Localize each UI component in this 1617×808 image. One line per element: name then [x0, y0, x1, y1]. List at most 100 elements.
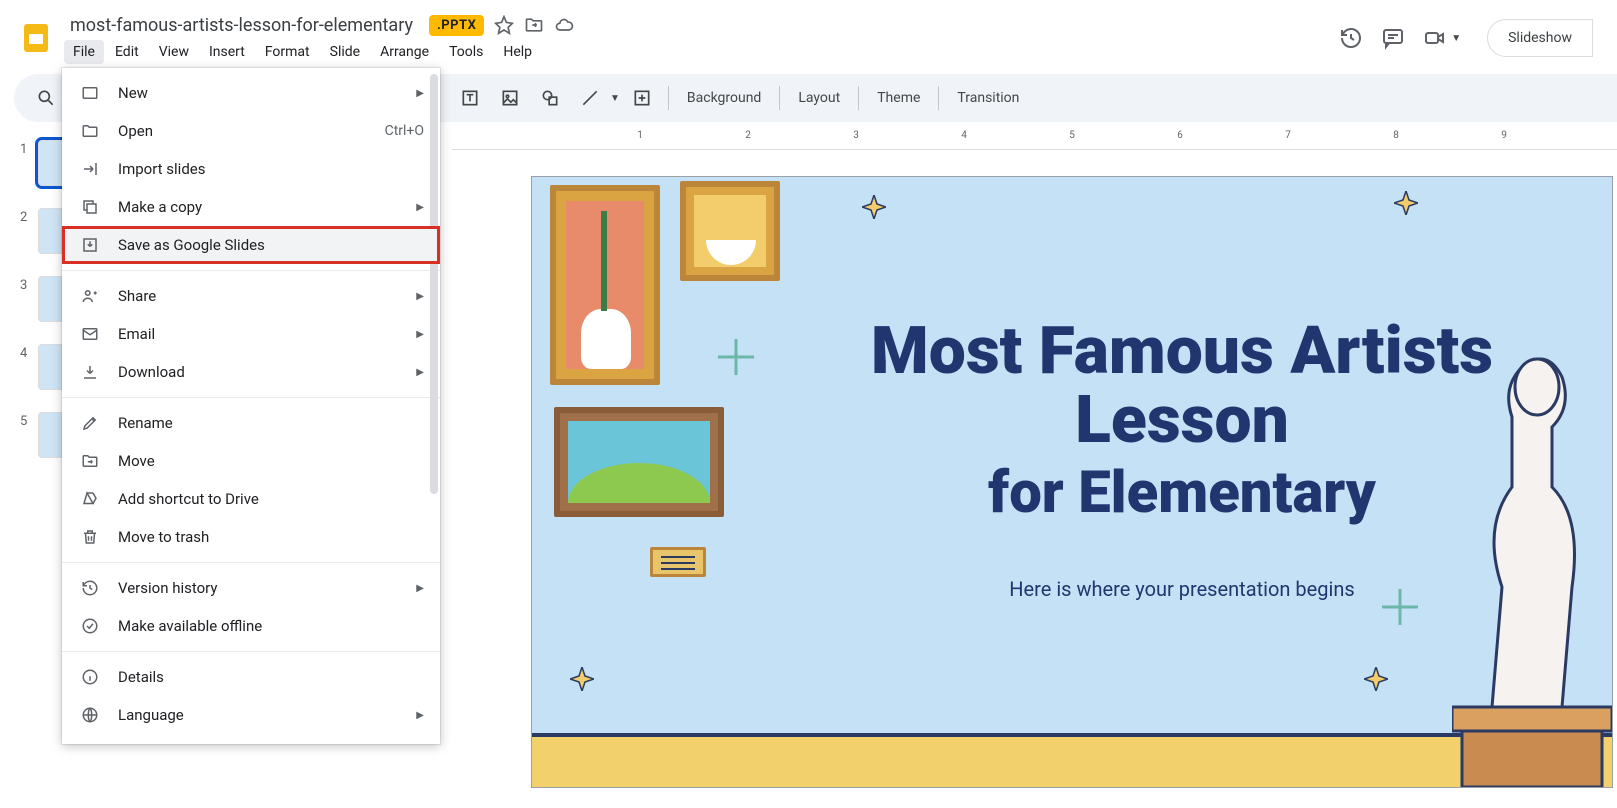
- ruler-tick: 2: [745, 130, 751, 141]
- shape-icon[interactable]: [532, 80, 568, 116]
- label: Rename: [118, 414, 424, 432]
- file-move[interactable]: Move: [62, 442, 440, 480]
- transition-button[interactable]: Transition: [947, 84, 1029, 112]
- star-icon[interactable]: [494, 15, 514, 35]
- menu-help[interactable]: Help: [494, 40, 541, 64]
- slide-icon: [80, 83, 100, 103]
- header-actions: ▼ Slideshow: [1339, 19, 1593, 57]
- file-details[interactable]: Details: [62, 658, 440, 696]
- file-rename[interactable]: Rename: [62, 404, 440, 442]
- copy-icon: [80, 197, 100, 217]
- label: Email: [118, 325, 398, 343]
- slide-title[interactable]: Most Famous Artists Lesson for Elementar…: [792, 317, 1572, 525]
- move-icon: [80, 451, 100, 471]
- label: Download: [118, 363, 398, 381]
- separator: [779, 86, 780, 110]
- globe-icon: [80, 705, 100, 725]
- ruler-tick: 1: [637, 130, 643, 141]
- file-make-offline[interactable]: Make available offline: [62, 607, 440, 645]
- trash-icon: [80, 527, 100, 547]
- slideshow-button[interactable]: Slideshow: [1487, 19, 1593, 57]
- separator: [62, 562, 440, 563]
- download-icon: [80, 362, 100, 382]
- save-icon: [80, 235, 100, 255]
- line-tool-group[interactable]: ▼: [572, 80, 620, 116]
- file-menu-dropdown: New ▶ Open Ctrl+O Import slides Make a c…: [62, 68, 440, 744]
- search-menus-icon[interactable]: [28, 80, 64, 116]
- history-icon[interactable]: [1339, 26, 1363, 50]
- separator: [668, 86, 669, 110]
- add-comment-icon[interactable]: [624, 80, 660, 116]
- menu-view[interactable]: View: [150, 40, 198, 64]
- file-make-copy[interactable]: Make a copy ▶: [62, 188, 440, 226]
- menu-format[interactable]: Format: [256, 40, 319, 64]
- title-line1: Most Famous Artists Lesson: [871, 313, 1493, 459]
- file-open[interactable]: Open Ctrl+O: [62, 112, 440, 150]
- camera-icon: [1423, 26, 1447, 50]
- label: Move: [118, 452, 424, 470]
- menu-slide[interactable]: Slide: [321, 40, 369, 64]
- share-icon: [80, 286, 100, 306]
- file-language[interactable]: Language ▶: [62, 696, 440, 734]
- file-new[interactable]: New ▶: [62, 74, 440, 112]
- menu-arrange[interactable]: Arrange: [371, 40, 438, 64]
- menu-insert[interactable]: Insert: [200, 40, 254, 64]
- label: Import slides: [118, 160, 424, 178]
- theme-button[interactable]: Theme: [867, 84, 930, 112]
- caret-down-icon: ▼: [610, 93, 620, 104]
- caret-down-icon: ▼: [1451, 33, 1461, 44]
- file-move-to-trash[interactable]: Move to trash: [62, 518, 440, 556]
- menu-tools[interactable]: Tools: [440, 40, 492, 64]
- drive-shortcut-icon: [80, 489, 100, 509]
- art-frame-vase: [550, 185, 660, 385]
- chevron-right-icon: ▶: [416, 202, 424, 213]
- slide-canvas-area[interactable]: Most Famous Artists Lesson for Elementar…: [452, 155, 1617, 808]
- title-area: most-famous-artists-lesson-for-elementar…: [64, 13, 1339, 64]
- horizontal-ruler: 1 2 3 4 5 6 7 8 9: [452, 130, 1617, 150]
- label: Move to trash: [118, 528, 424, 546]
- text-box-icon[interactable]: [452, 80, 488, 116]
- art-frame-landscape: [554, 407, 724, 517]
- file-save-as-google-slides[interactable]: Save as Google Slides: [62, 226, 440, 264]
- separator: [858, 86, 859, 110]
- file-share[interactable]: Share ▶: [62, 277, 440, 315]
- ruler-tick: 6: [1177, 130, 1183, 141]
- file-version-history[interactable]: Version history ▶: [62, 569, 440, 607]
- menubar: File Edit View Insert Format Slide Arran…: [64, 40, 1339, 64]
- file-add-shortcut[interactable]: Add shortcut to Drive: [62, 480, 440, 518]
- menu-file[interactable]: File: [64, 40, 104, 64]
- slides-logo-icon[interactable]: [16, 18, 56, 58]
- ruler-tick: 4: [961, 130, 967, 141]
- art-plaque: [650, 547, 706, 577]
- file-email[interactable]: Email ▶: [62, 315, 440, 353]
- chevron-right-icon: ▶: [416, 710, 424, 721]
- move-folder-icon[interactable]: [524, 15, 544, 35]
- cloud-icon[interactable]: [554, 15, 574, 35]
- ruler-tick: 8: [1393, 130, 1399, 141]
- doc-title[interactable]: most-famous-artists-lesson-for-elementar…: [64, 13, 419, 38]
- info-icon: [80, 667, 100, 687]
- slide-canvas[interactable]: Most Famous Artists Lesson for Elementar…: [532, 177, 1612, 787]
- slide-subtitle[interactable]: Here is where your presentation begins: [792, 577, 1572, 601]
- title-line2: for Elementary: [988, 459, 1376, 527]
- comment-icon[interactable]: [1381, 26, 1405, 50]
- slide-floor-decoration: [532, 733, 1612, 787]
- label: Make available offline: [118, 617, 424, 635]
- thumb-number: 2: [20, 208, 38, 225]
- line-icon: [572, 80, 608, 116]
- file-import-slides[interactable]: Import slides: [62, 150, 440, 188]
- background-button[interactable]: Background: [677, 84, 771, 112]
- thumb-number: 4: [20, 344, 38, 361]
- folder-icon: [80, 121, 100, 141]
- image-icon[interactable]: [492, 80, 528, 116]
- menu-edit[interactable]: Edit: [106, 40, 148, 64]
- separator: [938, 86, 939, 110]
- file-download[interactable]: Download ▶: [62, 353, 440, 391]
- layout-button[interactable]: Layout: [788, 84, 850, 112]
- sparkle-icon: [1394, 191, 1418, 215]
- label: New: [118, 84, 398, 102]
- thumb-number: 3: [20, 276, 38, 293]
- present-camera-group[interactable]: ▼: [1423, 26, 1461, 50]
- ruler-tick: 3: [853, 130, 859, 141]
- offline-icon: [80, 616, 100, 636]
